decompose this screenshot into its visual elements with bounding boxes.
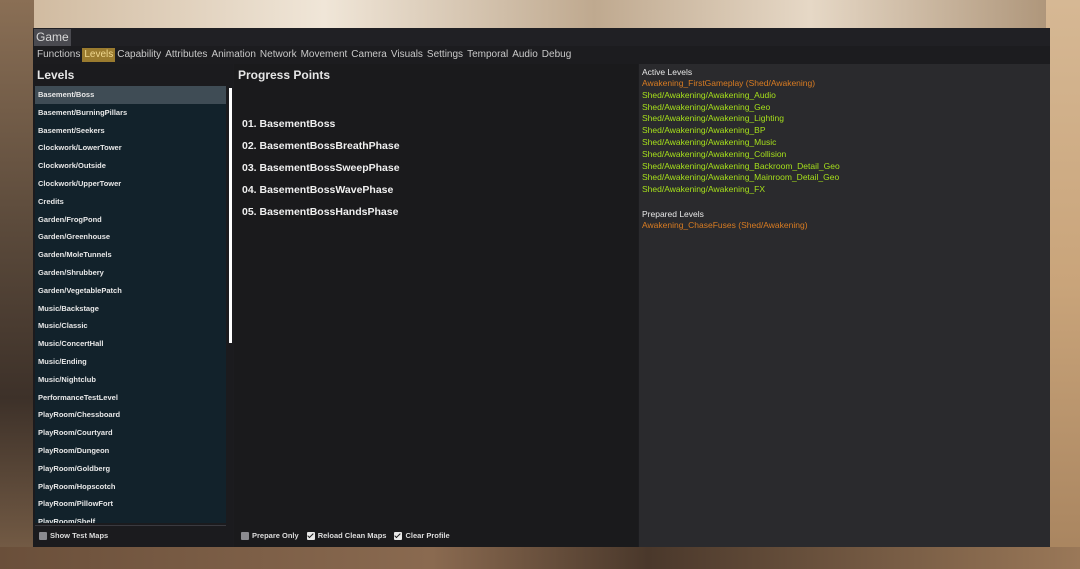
progress-points-panel: Progress Points 01. BasementBoss 02. Base… <box>234 64 638 547</box>
level-list-item[interactable]: PerformanceTestLevel <box>35 389 226 407</box>
active-level-item: Shed/Awakening/Awakening_FX <box>642 184 766 195</box>
levels-panel: Levels Basement/Boss Basement/BurningPill… <box>33 64 233 547</box>
tab-debug[interactable]: Debug <box>540 48 573 62</box>
clear-profile-toggle[interactable]: Clear Profile <box>394 531 450 540</box>
level-list-item[interactable]: Clockwork/Outside <box>35 157 226 175</box>
level-list-item[interactable]: Clockwork/LowerTower <box>35 139 226 157</box>
active-level-item: Shed/Awakening/Awakening_Geo <box>642 101 771 112</box>
active-level-item: Awakening_FirstGameplay (Shed/Awakening) <box>642 78 816 88</box>
show-test-maps-checkbox[interactable] <box>39 531 47 540</box>
background-scene-right <box>1046 0 1080 569</box>
progress-points-heading: Progress Points <box>238 68 331 82</box>
tab-settings[interactable]: Settings <box>425 48 465 62</box>
active-levels-list: Awakening_FirstGameplay (Shed/Awakening)… <box>642 78 840 196</box>
level-list-item[interactable]: PlayRoom/Chessboard <box>35 406 226 424</box>
active-level-item: Shed/Awakening/Awakening_Music <box>642 136 777 147</box>
level-list-item[interactable]: Garden/Greenhouse <box>35 228 226 246</box>
prepare-only-label: Prepare Only <box>252 531 299 540</box>
progress-options: Prepare Only Reload Clean Maps Clear Profi… <box>241 531 450 540</box>
active-levels-heading: Active Levels <box>642 67 693 77</box>
progress-point-item[interactable]: 03. BasementBossSweepPhase <box>236 157 631 179</box>
levels-list[interactable]: Basement/Boss Basement/BurningPillars Base… <box>35 86 226 523</box>
tab-network[interactable]: Network <box>258 48 299 62</box>
progress-point-item[interactable]: 02. BasementBossBreathPhase <box>236 135 631 157</box>
clear-profile-checkbox[interactable] <box>394 531 403 540</box>
reload-clean-maps-checkbox[interactable] <box>306 531 315 540</box>
debug-window: Game Functions Levels Capability Attributes… <box>33 28 1050 547</box>
active-level-item: Shed/Awakening/Awakening_BP <box>642 125 766 136</box>
level-list-item[interactable]: PlayRoom/Shelf <box>35 513 226 523</box>
prepare-only-checkbox[interactable] <box>241 531 249 540</box>
level-list-item[interactable]: Basement/BurningPillars <box>35 104 226 122</box>
tab-camera[interactable]: Camera <box>349 48 389 62</box>
level-list-item[interactable]: Garden/VegetablePatch <box>35 282 226 300</box>
active-level-item: Shed/Awakening/Awakening_Audio <box>642 89 776 100</box>
background-scene-left <box>0 0 34 569</box>
prepared-levels-list: Awakening_ChaseFuses (Shed/Awakening) <box>642 220 808 232</box>
level-list-item[interactable]: Music/ConcertHall <box>35 335 226 353</box>
background-scene-bottom <box>0 547 1080 569</box>
title-bar: Game <box>33 28 1050 46</box>
level-list-item[interactable]: PlayRoom/PillowFort <box>35 495 226 513</box>
active-levels-panel: Active Levels Awakening_FirstGameplay (S… <box>639 64 1050 547</box>
levels-divider <box>35 525 226 526</box>
level-list-item[interactable]: Basement/Boss <box>35 86 226 104</box>
tab-visuals[interactable]: Visuals <box>389 48 425 62</box>
levels-heading: Levels <box>37 68 75 82</box>
level-list-item[interactable]: PlayRoom/Dungeon <box>35 442 226 460</box>
window-title[interactable]: Game <box>34 29 71 46</box>
active-level-item: Shed/Awakening/Awakening_Backroom_Detail… <box>642 160 840 171</box>
level-list-item[interactable]: Basement/Seekers <box>35 122 226 140</box>
progress-point-item[interactable]: 04. BasementBossWavePhase <box>236 179 631 201</box>
level-list-item[interactable]: PlayRoom/Hopscotch <box>35 478 226 496</box>
tab-attributes[interactable]: Attributes <box>163 48 209 62</box>
reload-clean-maps-toggle[interactable]: Reload Clean Maps <box>306 531 387 540</box>
tab-audio[interactable]: Audio <box>510 48 540 62</box>
level-list-item[interactable]: Music/Ending <box>35 353 226 371</box>
tab-bar: Functions Levels Capability Attributes Anima… <box>35 48 573 62</box>
level-list-item[interactable]: Music/Classic <box>35 317 226 335</box>
show-test-maps-label: Show Test Maps <box>50 531 109 540</box>
tab-capability[interactable]: Capability <box>115 48 163 62</box>
level-list-item[interactable]: Garden/MoleTunnels <box>35 246 226 264</box>
tab-levels[interactable]: Levels <box>82 48 116 62</box>
active-level-item: Shed/Awakening/Awakening_Mainroom_Detail… <box>642 172 840 183</box>
progress-point-item[interactable]: 01. BasementBoss <box>236 113 631 135</box>
level-list-item[interactable]: PlayRoom/Courtyard <box>35 424 226 442</box>
progress-point-item[interactable]: 05. BasementBossHandsPhase <box>236 201 631 223</box>
level-list-item[interactable]: PlayRoom/Goldberg <box>35 460 226 478</box>
reload-clean-maps-label: Reload Clean Maps <box>317 531 387 540</box>
tab-functions[interactable]: Functions <box>35 48 82 62</box>
level-list-item[interactable]: Credits <box>35 193 226 211</box>
prepared-level-item: Awakening_ChaseFuses (Shed/Awakening) <box>642 220 808 230</box>
level-list-item[interactable]: Garden/FrogPond <box>35 211 226 229</box>
active-level-item: Shed/Awakening/Awakening_Lighting <box>642 113 784 124</box>
level-list-item[interactable]: Music/Nightclub <box>35 371 226 389</box>
level-list-item[interactable]: Garden/Shrubbery <box>35 264 226 282</box>
clear-profile-label: Clear Profile <box>405 531 450 540</box>
prepared-levels-heading: Prepared Levels <box>642 209 704 219</box>
levels-scrollbar[interactable] <box>229 88 232 343</box>
show-test-maps-toggle[interactable]: Show Test Maps <box>39 531 108 540</box>
tab-animation[interactable]: Animation <box>209 48 257 62</box>
background-scene-top <box>0 0 1080 28</box>
progress-points-list[interactable]: 01. BasementBoss 02. BasementBossBreathPh… <box>236 113 631 223</box>
tab-movement[interactable]: Movement <box>299 48 350 62</box>
level-list-item[interactable]: Music/Backstage <box>35 300 226 318</box>
active-level-item: Shed/Awakening/Awakening_Collision <box>642 148 787 159</box>
level-list-item[interactable]: Clockwork/UpperTower <box>35 175 226 193</box>
tab-temporal[interactable]: Temporal <box>465 48 510 62</box>
prepare-only-toggle[interactable]: Prepare Only <box>241 531 299 540</box>
